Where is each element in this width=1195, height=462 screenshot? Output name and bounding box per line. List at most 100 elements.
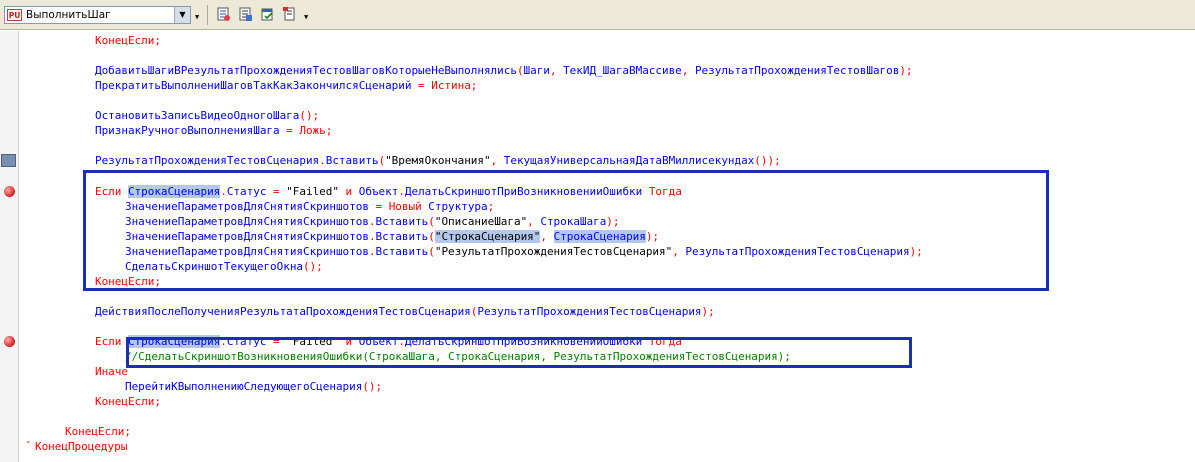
code-token: . — [220, 184, 227, 198]
code-token: = — [411, 79, 432, 93]
code-token: "СтрокаСценария" — [434, 229, 541, 243]
toolbar-separator — [207, 5, 208, 25]
code-token: Истина — [431, 79, 471, 93]
code-line[interactable]: //СделатьСкриншотВозникновенияОшибки(Стр… — [125, 349, 791, 364]
code-token: ЗначениеПараметровДляСнятияСкриншотов — [125, 214, 369, 228]
code-line[interactable]: ПризнакРучногоВыполненияШага = Ложь; — [95, 123, 332, 138]
template-icon[interactable] — [282, 6, 297, 22]
code-token: ТекущаяУниверсальнаяДатаВМиллисекундах — [503, 154, 755, 168]
procedure-name: ВыполнитьШаг — [26, 9, 111, 21]
code-token: СтрокаСценария — [553, 229, 646, 243]
code-line[interactable]: КонецПроцедуры — [35, 439, 127, 454]
code-line[interactable]: СделатьСкриншотТекущегоОкна(); — [125, 259, 323, 274]
code-token: . — [398, 184, 405, 198]
code-line[interactable]: КонецЕсли; — [95, 33, 161, 48]
code-line[interactable]: ДействияПослеПолученияРезультатаПрохожде… — [95, 304, 715, 319]
code-token: Статус — [226, 184, 267, 198]
code-token: "ВремяОкончания" — [385, 154, 491, 168]
code-token: ЗначениеПараметровДляСнятияСкриншотов — [125, 244, 369, 258]
code-token: Тогда — [642, 335, 682, 348]
code-token: РезультатПрохожденияТестовСценария — [477, 304, 702, 318]
code-line[interactable]: КонецЕсли; — [95, 394, 161, 409]
code-line[interactable]: ДобавитьШагиВРезультатПрохожденияТестовШ… — [95, 63, 913, 78]
code-token: "Failed" — [286, 184, 339, 198]
code-token: ); — [899, 64, 913, 78]
code-token: и — [338, 335, 359, 348]
code-token: Тогда — [642, 184, 682, 198]
code-editor[interactable]: КонецЕсли; ДобавитьШагиВРезультатПрохожде… — [0, 31, 1195, 462]
code-line[interactable]: ЗначениеПараметровДляСнятияСкриншотов = … — [125, 199, 494, 214]
code-token: КонецПроцедуры — [35, 440, 128, 454]
procedure-selector[interactable]: PU ВыполнитьШаг ▼ — [4, 6, 191, 24]
code-token: Новый — [388, 199, 429, 213]
code-line[interactable]: ЗначениеПараметровДляСнятияСкриншотов.Вс… — [125, 229, 659, 244]
code-token: ДействияПослеПолученияРезультатаПрохожде… — [95, 304, 471, 318]
code-token: ( — [428, 214, 435, 228]
code-token: . — [220, 335, 227, 348]
code-token: КонецЕсли — [95, 395, 155, 409]
code-token: ДелатьСкриншотПриВозникновенииОшибки — [404, 184, 643, 198]
code-token: РезультатПрохожденияТестовСценария — [685, 244, 910, 258]
toolbar-overflow-icon[interactable]: ▼ — [195, 13, 199, 21]
code-token: РезультатПрохожденияТестовСценария — [95, 154, 320, 168]
code-token: ПрекратитьВыполнениШаговТакКакЗакончился… — [95, 79, 412, 93]
code-token: . — [368, 229, 376, 243]
code-line[interactable]: Если СтрокаСценария.Статус = "Failed" и … — [95, 184, 682, 199]
code-line[interactable]: Если СтрокаСценария.Статус = "Failed" и … — [95, 334, 682, 349]
code-token: ДелатьСкриншотПриВозникновенииОшибки — [404, 335, 643, 348]
code-token: , — [490, 154, 504, 168]
code-line[interactable]: ПрекратитьВыполнениШаговТакКакЗакончился… — [95, 78, 477, 93]
procedure-type-icon: PU — [7, 9, 22, 21]
code-token: КонецЕсли — [95, 274, 155, 288]
code-token: , — [549, 64, 564, 78]
code-line[interactable]: ЗначениеПараметровДляСнятияСкриншотов.Вс… — [125, 244, 923, 259]
code-token: ОстановитьЗаписьВидеоОдногоШага — [95, 109, 300, 123]
code-token: Статус — [226, 335, 267, 348]
code-token: "РезультатПрохожденияТестовСценария" — [434, 244, 673, 258]
collapse-procedure-icon[interactable]: - — [25, 434, 32, 449]
code-token: = — [266, 335, 287, 348]
code-token: Вставить — [375, 244, 429, 258]
code-token: (); — [362, 380, 383, 394]
code-token: Если — [95, 335, 128, 348]
code-token: ; — [124, 425, 131, 439]
code-token: (); — [303, 259, 323, 273]
code-token: ); — [645, 229, 660, 243]
code-token: ; — [154, 274, 161, 288]
code-token: Шаги — [523, 64, 550, 78]
code-token: КонецЕсли — [95, 34, 155, 47]
code-token: ); — [701, 304, 715, 318]
code-token: . — [368, 214, 376, 228]
code-token: КонецЕсли — [65, 425, 125, 439]
module-structure-icon[interactable] — [216, 6, 231, 22]
code-token: Иначе — [95, 365, 128, 379]
code-token: = — [368, 199, 389, 213]
code-token: СделатьСкриншотТекущегоОкна — [125, 259, 303, 273]
toolbar-more-icon[interactable]: ▼ — [304, 13, 308, 21]
procedures-list-icon[interactable] — [238, 6, 253, 22]
code-token: , — [672, 244, 686, 258]
code-token: , — [527, 214, 541, 228]
code-line[interactable]: ЗначениеПараметровДляСнятияСкриншотов.Вс… — [125, 214, 620, 229]
code-token: = — [266, 184, 287, 198]
code-token: и — [338, 184, 359, 198]
code-line[interactable]: Иначе — [95, 364, 128, 379]
code-token: ЗначениеПараметровДляСнятияСкриншотов — [125, 199, 369, 213]
code-token: ( — [428, 244, 435, 258]
code-token: ()); — [754, 154, 781, 168]
code-line[interactable]: РезультатПрохожденияТестовСценария.Встав… — [95, 153, 781, 168]
editor-toolbar: PU ВыполнитьШаг ▼ ▼ ▼ — [0, 0, 1195, 30]
code-token: Ложь — [299, 124, 326, 138]
chevron-down-icon[interactable]: ▼ — [174, 7, 190, 23]
code-token: //СделатьСкриншотВозникновенияОшибки(Стр… — [125, 350, 791, 364]
code-line[interactable]: ОстановитьЗаписьВидеоОдногоШага(); — [95, 108, 319, 123]
code-token: ; — [154, 34, 161, 47]
syntax-check-icon[interactable] — [260, 6, 275, 22]
code-token: ТекИД_ШагаВМассиве — [563, 64, 682, 78]
code-line[interactable]: КонецЕсли; — [65, 424, 131, 439]
code-token: ; — [487, 199, 495, 213]
code-line[interactable]: ПерейтиКВыполнениюСледующегоСценария(); — [125, 379, 382, 394]
code-token: ( — [428, 229, 435, 243]
code-token: СтрокаСценария — [127, 184, 221, 198]
code-line[interactable]: КонецЕсли; — [95, 274, 161, 289]
